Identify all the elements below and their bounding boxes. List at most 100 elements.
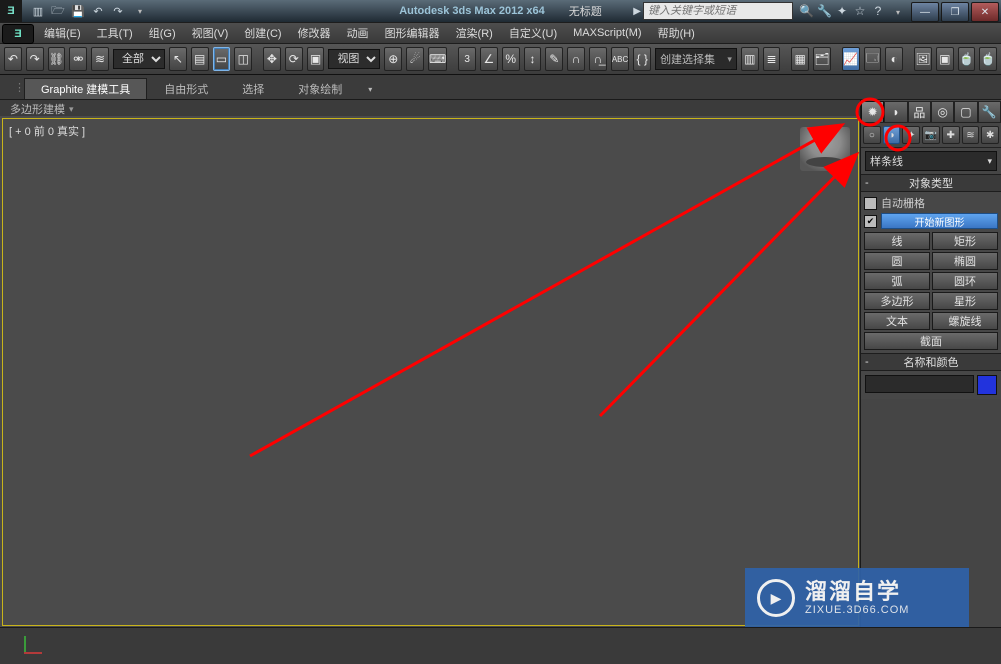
- obj-text[interactable]: 文本: [864, 312, 930, 330]
- geometry-subtab[interactable]: ○: [863, 126, 881, 144]
- menu-help[interactable]: 帮助(H): [650, 23, 703, 43]
- obj-line[interactable]: 线: [864, 232, 930, 250]
- ref-coord-system-dropdown[interactable]: 视图: [328, 49, 380, 69]
- ribbon-handle-icon[interactable]: ⋮: [14, 75, 24, 99]
- schematic-view-button[interactable]: 🗔: [864, 47, 882, 71]
- unlink-button[interactable]: ⚮: [69, 47, 87, 71]
- search-input[interactable]: [643, 2, 793, 20]
- obj-section[interactable]: 截面: [864, 332, 998, 350]
- helpers-subtab[interactable]: ✚: [942, 126, 960, 144]
- menu-group[interactable]: 组(G): [141, 23, 184, 43]
- curve-editor-button[interactable]: 📈: [842, 47, 860, 71]
- select-object-button[interactable]: ↖: [169, 47, 187, 71]
- render-setup-button[interactable]: 🖼: [914, 47, 932, 71]
- ribbon-tab-freeform[interactable]: 自由形式: [147, 78, 225, 99]
- menu-graph-editors[interactable]: 图形编辑器: [377, 23, 448, 43]
- qat-undo-icon[interactable]: ↶: [90, 3, 106, 19]
- render-iterative-button[interactable]: 🍵: [979, 47, 997, 71]
- help-dropdown-icon[interactable]: [889, 4, 903, 18]
- render-production-button[interactable]: 🍵: [958, 47, 976, 71]
- qat-save-icon[interactable]: 💾: [70, 3, 86, 19]
- menu-maxscript[interactable]: MAXScript(M): [565, 23, 649, 43]
- window-crossing-button[interactable]: ◫: [234, 47, 252, 71]
- viewport-label[interactable]: [ + 0 前 0 真实 ]: [9, 123, 85, 139]
- rollout-object-type-header[interactable]: - 对象类型: [861, 174, 1001, 192]
- ribbon-panel-label[interactable]: 多边形建模: [10, 101, 65, 117]
- qat-open-icon[interactable]: 🗁: [50, 3, 66, 19]
- motion-panel-tab[interactable]: ◎: [931, 101, 954, 122]
- menu-create[interactable]: 创建(C): [236, 23, 289, 43]
- rendered-frame-button[interactable]: ▣: [936, 47, 954, 71]
- magnet-snap-button[interactable]: ∩: [567, 47, 585, 71]
- redo-button[interactable]: ↷: [26, 47, 44, 71]
- named-selection-set-dropdown[interactable]: 创建选择集▾: [655, 48, 737, 70]
- hierarchy-panel-tab[interactable]: 品: [908, 101, 931, 122]
- menu-views[interactable]: 视图(V): [184, 23, 237, 43]
- named-sel-create-button[interactable]: { }: [633, 47, 651, 71]
- bind-space-warp-button[interactable]: ≋: [91, 47, 109, 71]
- keyboard-shortcut-toggle[interactable]: ⌨: [428, 47, 447, 71]
- object-name-input[interactable]: [865, 375, 974, 393]
- menu-animation[interactable]: 动画: [339, 23, 377, 43]
- angle-snap-button[interactable]: ∠: [480, 47, 498, 71]
- minimize-button[interactable]: —: [911, 2, 939, 22]
- ribbon-tab-graphite[interactable]: Graphite 建模工具: [24, 78, 147, 99]
- menu-customize[interactable]: 自定义(U): [501, 23, 565, 43]
- close-button[interactable]: ✕: [971, 2, 999, 22]
- systems-subtab[interactable]: ✱: [981, 126, 999, 144]
- help-icon[interactable]: ?: [871, 4, 885, 18]
- ribbon-overflow-icon[interactable]: [359, 78, 377, 99]
- viewcube[interactable]: [800, 127, 850, 171]
- cameras-subtab[interactable]: 📷: [922, 126, 940, 144]
- obj-arc[interactable]: 弧: [864, 272, 930, 290]
- lights-subtab[interactable]: ✦: [902, 126, 920, 144]
- start-new-shape-checkbox[interactable]: ✔: [864, 215, 877, 228]
- selection-filter-dropdown[interactable]: 全部: [113, 49, 165, 69]
- rollout-name-color-header[interactable]: - 名称和颜色: [861, 353, 1001, 371]
- obj-rectangle[interactable]: 矩形: [932, 232, 998, 250]
- viewport[interactable]: [ + 0 前 0 真实 ]: [2, 118, 859, 626]
- obj-helix[interactable]: 螺旋线: [932, 312, 998, 330]
- material-editor-button[interactable]: ◐: [885, 47, 903, 71]
- application-menu-button[interactable]: Ǝ: [2, 24, 34, 44]
- favorite-icon[interactable]: ☆: [853, 4, 867, 18]
- manipulate-button[interactable]: ☄: [406, 47, 424, 71]
- obj-donut[interactable]: 圆环: [932, 272, 998, 290]
- obj-circle[interactable]: 圆: [864, 252, 930, 270]
- select-region-rect-button[interactable]: ▭: [213, 47, 231, 71]
- obj-ngon[interactable]: 多边形: [864, 292, 930, 310]
- undo-button[interactable]: ↶: [4, 47, 22, 71]
- rotate-button[interactable]: ⟳: [285, 47, 303, 71]
- app-icon[interactable]: Ǝ: [0, 0, 22, 22]
- search-play-icon[interactable]: ▶: [633, 6, 641, 17]
- align-button[interactable]: ≣: [763, 47, 781, 71]
- mirror-button[interactable]: ▥: [741, 47, 759, 71]
- scale-button[interactable]: ▣: [307, 47, 325, 71]
- shapes-subtab[interactable]: ◑: [883, 126, 901, 144]
- ribbon-tab-selection[interactable]: 选择: [225, 78, 281, 99]
- ribbon-tab-object-paint[interactable]: 对象绘制: [281, 78, 359, 99]
- edit-named-sel-button[interactable]: ✎: [545, 47, 563, 71]
- menu-modifiers[interactable]: 修改器: [290, 23, 339, 43]
- move-button[interactable]: ✥: [263, 47, 281, 71]
- select-by-name-button[interactable]: ▤: [191, 47, 209, 71]
- display-panel-tab[interactable]: ▢: [954, 101, 977, 122]
- spinner-snap-button[interactable]: ↕: [524, 47, 542, 71]
- create-panel-tab[interactable]: ✹: [861, 101, 884, 122]
- shapes-category-dropdown[interactable]: 样条线▾: [865, 151, 997, 171]
- percent-snap-button[interactable]: %: [502, 47, 520, 71]
- start-new-shape-button[interactable]: 开始新图形: [881, 213, 998, 229]
- layers-button[interactable]: ▦: [791, 47, 809, 71]
- obj-star[interactable]: 星形: [932, 292, 998, 310]
- modify-panel-tab[interactable]: ◗: [884, 101, 907, 122]
- menu-rendering[interactable]: 渲染(R): [448, 23, 501, 43]
- abc-button[interactable]: ABC: [611, 47, 629, 71]
- qat-new-icon[interactable]: ▥: [30, 3, 46, 19]
- use-pivot-center-button[interactable]: ⊕: [384, 47, 402, 71]
- menu-tools[interactable]: 工具(T): [89, 23, 141, 43]
- menu-edit[interactable]: 编辑(E): [36, 23, 89, 43]
- utilities-panel-tab[interactable]: 🔧: [978, 101, 1001, 122]
- magnet-snap-button-2[interactable]: ∩̲: [589, 47, 607, 71]
- spacewarps-subtab[interactable]: ≋: [962, 126, 980, 144]
- autogrid-checkbox[interactable]: [864, 197, 877, 210]
